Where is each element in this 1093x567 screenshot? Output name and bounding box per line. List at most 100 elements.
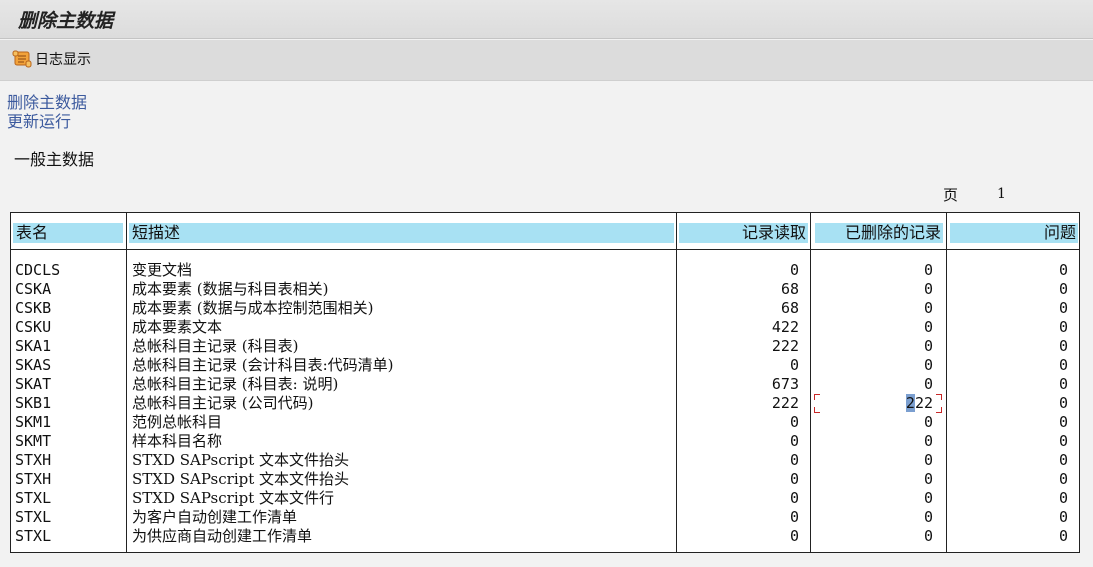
header-short-desc[interactable]: 短描述 xyxy=(129,223,674,243)
table-cell-problems: 0 xyxy=(1058,356,1068,374)
table-cell-records-deleted: 0 xyxy=(923,489,933,507)
table-cell-problems: 0 xyxy=(1058,413,1068,431)
table-cell-problems: 0 xyxy=(1058,375,1068,393)
table-row[interactable]: STXL 为供应商自动创建工作清单 0 0 0 xyxy=(11,527,1079,546)
table-row[interactable]: STXH STXD SAPscript 文本文件抬头 0 0 0 xyxy=(11,470,1079,489)
table-row[interactable]: CDCLS 变更文档 0 0 0 xyxy=(11,261,1079,280)
table-row[interactable]: SKM1 范例总帐科目 0 0 0 xyxy=(11,413,1079,432)
table-cell-records-deleted: 0 xyxy=(923,413,933,431)
table-row[interactable]: SKB1 总帐科目主记录 (公司代码) 222 222 0 xyxy=(11,394,1079,413)
table-cell-records-read: 0 xyxy=(789,508,799,526)
table-row[interactable]: SKAS 总帐科目主记录 (会计科目表:代码清单) 0 0 0 xyxy=(11,356,1079,375)
table-cell-name: CSKU xyxy=(15,318,52,336)
table-cell-records-deleted: 0 xyxy=(923,508,933,526)
header-records-deleted[interactable]: 已删除的记录 xyxy=(815,223,943,243)
table-cell-problems: 0 xyxy=(1058,470,1068,488)
table-cell-problems: 0 xyxy=(1058,280,1068,298)
page-title: 删除主数据 xyxy=(18,10,114,32)
table-cell-name: SKM1 xyxy=(15,413,52,431)
table-cell-records-deleted: 0 xyxy=(923,299,933,317)
table-cell-name: STXH xyxy=(15,451,52,469)
table-cell-name: SKA1 xyxy=(15,337,52,355)
table-cell-description: 总帐科目主记录 (会计科目表:代码清单) xyxy=(132,356,394,374)
table-cell-problems: 0 xyxy=(1058,261,1068,279)
table-cell-description: STXD SAPscript 文本文件抬头 xyxy=(132,470,350,488)
table-cell-records-deleted: 0 xyxy=(923,318,933,336)
table-cell-description: 总帐科目主记录 (科目表) xyxy=(132,337,299,355)
table-cell-problems: 0 xyxy=(1058,489,1068,507)
table-cell-records-read: 0 xyxy=(789,261,799,279)
table-cell-records-read: 222 xyxy=(771,394,799,412)
table-row[interactable]: SKMT 样本科目名称 0 0 0 xyxy=(11,432,1079,451)
table-cell-name: STXL xyxy=(15,489,52,507)
table-row[interactable]: STXL 为客户自动创建工作清单 0 0 0 xyxy=(11,508,1079,527)
table-row[interactable]: SKA1 总帐科目主记录 (科目表) 222 0 0 xyxy=(11,337,1079,356)
log-display-label: 日志显示 xyxy=(35,52,91,68)
table-cell-name: STXL xyxy=(15,508,52,526)
section-title: 一般主数据 xyxy=(14,150,95,169)
log-display-button[interactable]: 日志显示 xyxy=(12,48,91,70)
table-cell-problems: 0 xyxy=(1058,508,1068,526)
table-row[interactable]: SKAT 总帐科目主记录 (科目表: 说明) 673 0 0 xyxy=(11,375,1079,394)
table-cell-problems: 0 xyxy=(1058,299,1068,317)
toolbar: 日志显示 xyxy=(0,40,1093,81)
table-cell-description: 为客户自动创建工作清单 xyxy=(132,508,298,526)
table-cell-records-deleted: 0 xyxy=(923,356,933,374)
table-cell-description: STXD SAPscript 文本文件抬头 xyxy=(132,451,350,469)
table-row[interactable]: STXL STXD SAPscript 文本文件行 0 0 0 xyxy=(11,489,1079,508)
table-row[interactable]: CSKB 成本要素 (数据与成本控制范围相关) 68 0 0 xyxy=(11,299,1079,318)
table-cell-records-read: 68 xyxy=(780,299,799,317)
table-cell-records-deleted: 0 xyxy=(923,375,933,393)
selection-corner xyxy=(814,394,820,400)
table-cell-name: CDCLS xyxy=(15,261,61,279)
table-cell-description: STXD SAPscript 文本文件行 xyxy=(132,489,335,507)
table-cell-records-deleted: 0 xyxy=(923,280,933,298)
table-cell-description: 变更文档 xyxy=(132,261,193,279)
table-cell-description: 范例总帐科目 xyxy=(132,413,223,431)
table-cell-name: SKMT xyxy=(15,432,52,450)
table-cell-records-deleted: 0 xyxy=(923,432,933,450)
table-cell-records-read: 422 xyxy=(771,318,799,336)
table-cell-description: 总帐科目主记录 (科目表: 说明) xyxy=(132,375,339,393)
table-cell-problems: 0 xyxy=(1058,432,1068,450)
table-cell-records-deleted: 0 xyxy=(923,337,933,355)
table-cell-name: SKB1 xyxy=(15,394,52,412)
table-cell-description: 样本科目名称 xyxy=(132,432,223,450)
table-cell-records-deleted: 0 xyxy=(923,527,933,545)
update-run-link[interactable]: 更新运行 xyxy=(7,108,71,132)
table-cell-description: 成本要素 (数据与成本控制范围相关) xyxy=(132,299,374,317)
selection-corner xyxy=(936,394,942,400)
table-cell-records-read: 0 xyxy=(789,489,799,507)
table-cell-description: 为供应商自动创建工作清单 xyxy=(132,527,313,545)
table-cell-records-deleted: 0 xyxy=(923,451,933,469)
header-table-name[interactable]: 表名 xyxy=(13,223,123,243)
table-cell-name: CSKA xyxy=(15,280,52,298)
table-cell-problems: 0 xyxy=(1058,451,1068,469)
table-cell-problems: 0 xyxy=(1058,337,1068,355)
table-cell-description: 成本要素 (数据与科目表相关) xyxy=(132,280,329,298)
table-cell-records-read: 0 xyxy=(789,413,799,431)
header-separator xyxy=(11,249,1079,250)
table-cell-problems: 0 xyxy=(1058,318,1068,336)
table-cell-records-read: 0 xyxy=(789,451,799,469)
text-selection: 2 xyxy=(905,394,915,412)
table-cell-records-deleted: 0 xyxy=(923,470,933,488)
title-bar: 删除主数据 xyxy=(0,0,1093,39)
table-cell-name: STXL xyxy=(15,527,52,545)
header-problems[interactable]: 问题 xyxy=(950,223,1078,243)
table-cell-records-read: 0 xyxy=(789,432,799,450)
page-number: 1 xyxy=(997,186,1006,202)
table-row[interactable]: CSKU 成本要素文本 422 0 0 xyxy=(11,318,1079,337)
table-cell-records-read: 0 xyxy=(789,356,799,374)
table-cell-description: 成本要素文本 xyxy=(132,318,223,336)
table-row[interactable]: STXH STXD SAPscript 文本文件抬头 0 0 0 xyxy=(11,451,1079,470)
page-label: 页 xyxy=(943,186,959,204)
table-cell-records-read: 0 xyxy=(789,470,799,488)
report-table: 表名 短描述 记录读取 已删除的记录 问题 CDCLS 变更文档 0 0 0 CSKA 成本… xyxy=(10,212,1080,553)
table-cell-problems: 0 xyxy=(1058,527,1068,545)
table-cell-name: CSKB xyxy=(15,299,52,317)
table-row[interactable]: CSKA 成本要素 (数据与科目表相关) 68 0 0 xyxy=(11,280,1079,299)
table-cell-records-read: 673 xyxy=(771,375,799,393)
header-records-read[interactable]: 记录读取 xyxy=(679,223,808,243)
table-cell-records-read: 68 xyxy=(780,280,799,298)
